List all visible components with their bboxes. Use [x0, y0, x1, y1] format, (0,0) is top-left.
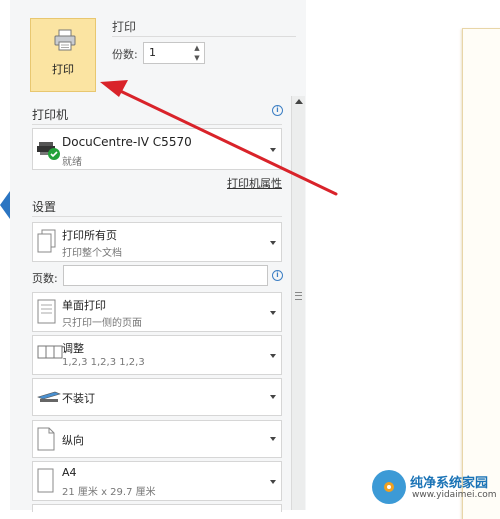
print-range-dropdown[interactable]: 打印所有页 打印整个文档	[32, 222, 282, 262]
chevron-down-icon	[270, 311, 276, 315]
copies-stepper[interactable]: 1 ▲ ▼	[143, 42, 205, 64]
watermark-logo: 纯净系统家园 www.yidaimei.com	[372, 470, 498, 506]
spin-up-icon[interactable]: ▲	[192, 44, 202, 53]
copies-value[interactable]: 1	[149, 46, 156, 59]
staple-icon	[37, 391, 61, 402]
watermark-dot-icon	[384, 482, 394, 492]
printer-icon	[54, 29, 76, 51]
spin-down-icon[interactable]: ▼	[192, 54, 202, 63]
sides-main: 单面打印	[62, 299, 106, 312]
collate-dropdown[interactable]: 调整 1,2,3 1,2,3 1,2,3	[32, 335, 282, 375]
orientation-dropdown[interactable]: 纵向	[32, 420, 282, 458]
printer-ready-icon	[37, 142, 60, 160]
collate-main: 调整	[62, 342, 84, 355]
pages-label: 页数:	[32, 272, 58, 285]
heading-divider	[112, 36, 296, 37]
portrait-icon	[37, 427, 55, 451]
paper-size-main: A4	[62, 466, 77, 479]
info-icon[interactable]: i	[272, 270, 283, 281]
printer-dropdown[interactable]: DocuCentre-IV C5570 就绪	[32, 128, 282, 170]
printer-properties-link[interactable]: 打印机属性	[227, 175, 282, 191]
settings-section-divider	[32, 216, 282, 217]
left-edge	[0, 0, 10, 510]
copies-label: 份数:	[112, 48, 138, 61]
orientation-main: 纵向	[62, 434, 84, 447]
printer-name: DocuCentre-IV C5570	[62, 135, 192, 149]
watermark-url: www.yidaimei.com	[412, 490, 497, 500]
print-heading: 打印	[112, 20, 137, 34]
paper-size-dropdown[interactable]: A4 21 厘米 x 29.7 厘米	[32, 461, 282, 501]
next-dropdown-edge[interactable]	[32, 504, 282, 512]
print-button-label: 打印	[52, 63, 74, 76]
watermark-globe-icon	[372, 470, 406, 504]
print-button[interactable]: 打印	[30, 18, 96, 92]
printer-section-divider	[32, 124, 282, 125]
staple-dropdown[interactable]: 不装订	[32, 378, 282, 416]
staple-main: 不装订	[62, 392, 95, 405]
sides-dropdown[interactable]: 单面打印 只打印一侧的页面	[32, 292, 282, 332]
scroll-up-icon[interactable]	[295, 99, 303, 104]
chevron-down-icon	[270, 354, 276, 358]
paper-size-icon	[37, 468, 54, 493]
chevron-down-icon	[270, 241, 276, 245]
print-range-sub: 打印整个文档	[62, 248, 122, 259]
back-tab-indicator[interactable]	[0, 191, 10, 219]
paper-size-sub: 21 厘米 x 29.7 厘米	[62, 487, 156, 498]
watermark-title: 纯净系统家园	[410, 476, 489, 491]
info-icon[interactable]: i	[272, 105, 283, 116]
sides-sub: 只打印一侧的页面	[62, 318, 142, 329]
collate-sub: 1,2,3 1,2,3 1,2,3	[62, 357, 145, 368]
preview-page	[462, 28, 500, 519]
pages-input[interactable]	[63, 265, 268, 286]
scroll-grip-icon[interactable]	[295, 292, 302, 300]
chevron-down-icon	[270, 480, 276, 484]
print-range-main: 打印所有页	[62, 229, 117, 242]
chevron-down-icon	[270, 148, 276, 152]
settings-section-title: 设置	[32, 200, 57, 214]
printer-section-title: 打印机	[32, 108, 69, 122]
single-side-icon	[37, 299, 56, 324]
printer-status: 就绪	[62, 157, 82, 168]
chevron-down-icon	[270, 395, 276, 399]
collate-icon	[37, 345, 63, 359]
pages-icon	[37, 229, 56, 253]
settings-scrollbar[interactable]	[291, 96, 305, 510]
chevron-down-icon	[270, 437, 276, 441]
